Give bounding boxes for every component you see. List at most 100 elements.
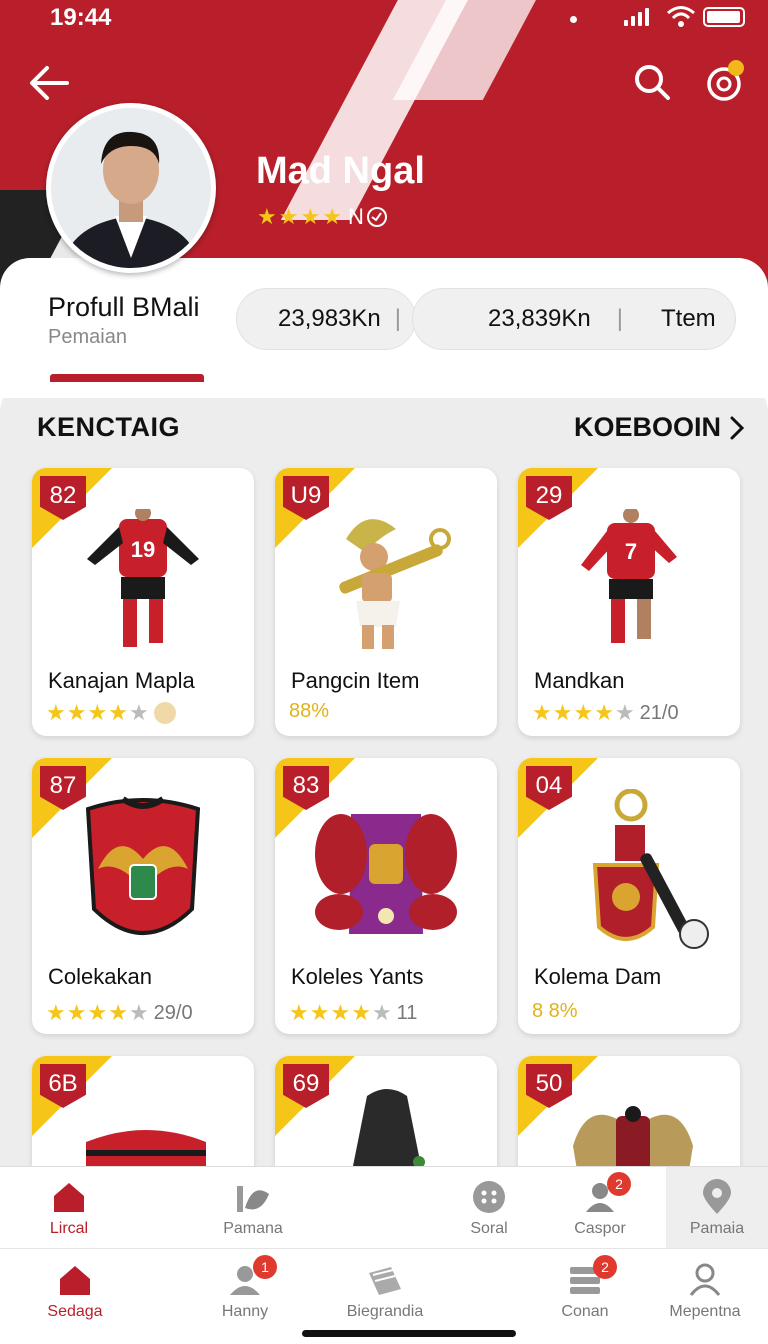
- collection-card[interactable]: 87 Colekakan ★ ★ ★ ★ ★ 29/0: [32, 758, 254, 1034]
- collection-card[interactable]: 83 Koleles Yants ★ ★ ★ ★ ★ 11: [275, 758, 497, 1034]
- status-time: 19:44: [50, 4, 112, 31]
- card-extra: 21/0: [639, 701, 679, 724]
- search-icon: [635, 65, 670, 100]
- card-percent: 8 8%: [532, 1000, 578, 1022]
- chevron-right-icon: [730, 416, 745, 439]
- card-rating: 8 8%: [532, 1000, 578, 1023]
- collection-card[interactable]: 29 7 Mandkan ★ ★ ★ ★ ★ 21/0: [518, 468, 740, 736]
- clock-icon: [366, 207, 387, 227]
- nav-item-pamana[interactable]: Pamana: [198, 1167, 308, 1248]
- player-image: 7: [518, 504, 740, 664]
- home-icon: [60, 1266, 90, 1295]
- card-title: Pangcin Item: [291, 668, 420, 693]
- stat-pill[interactable]: 23,983Kn |: [236, 288, 416, 350]
- collection-card[interactable]: U9 Pangcin Item 88%: [275, 468, 497, 736]
- profile-name: Mad Ngal: [256, 150, 425, 192]
- notification-dot: [728, 60, 744, 76]
- card-title: Mandkan: [534, 668, 625, 693]
- status-bar: 19:44: [0, 0, 768, 36]
- nav-label: Pamaia: [689, 1219, 745, 1237]
- card-title: Kanajan Mapla: [48, 668, 195, 693]
- jersey-purple-image: [275, 784, 497, 964]
- collection-section: KENCTAIG KOEBOOIN 82 19 Kanajan Mapla ★ ★…: [0, 382, 768, 1216]
- nav-label: Sedaga: [47, 1303, 103, 1320]
- location-pin-icon: [703, 1178, 731, 1214]
- card-extra: 29/0: [153, 1001, 193, 1024]
- nav-label: Biegrandia: [346, 1303, 424, 1320]
- stat-pill[interactable]: 23,839Kn | Ttem: [412, 288, 736, 350]
- nav-item-caspor[interactable]: 2 Caspor: [545, 1167, 655, 1248]
- card-rating: ★ ★ ★ ★ ★ 29/0: [46, 1000, 193, 1025]
- nav-label: Lircal: [49, 1219, 89, 1237]
- arrow-left-icon: [30, 66, 69, 100]
- nav-badge: 2: [593, 1255, 617, 1279]
- signal-icon: [624, 8, 649, 26]
- jersey-crest-image: [32, 784, 254, 964]
- profile-section-subtitle: Pemaian: [48, 326, 127, 348]
- chart-icon: [237, 1185, 269, 1212]
- nav-label: Mepentna: [669, 1303, 741, 1320]
- profile-info-card: Profull BMali Pemaian 23,983Kn | 23,839K…: [0, 258, 768, 398]
- nav-item-lircal[interactable]: Lircal: [14, 1167, 124, 1248]
- home-icon: [54, 1182, 84, 1212]
- pill-divider: |: [616, 305, 623, 332]
- see-all-label: KOEBOOIN: [574, 412, 722, 442]
- star-icon: ★: [300, 204, 321, 229]
- warrior-image: [275, 504, 497, 664]
- rating-suffix: N: [347, 204, 364, 229]
- settings-button[interactable]: [702, 60, 746, 104]
- card-title: Koleles Yants: [291, 964, 424, 989]
- kit-number: 19: [131, 537, 155, 562]
- nav-item-conan[interactable]: 2 Conan: [530, 1249, 640, 1333]
- kit-number: 7: [625, 539, 637, 564]
- card-rating: ★ ★ ★ ★ ★: [46, 700, 176, 726]
- avatar-portrait: [51, 108, 211, 268]
- book-icon: [369, 1267, 401, 1295]
- nav-item-sedaga[interactable]: Sedaga: [20, 1249, 130, 1333]
- pill-divider: |: [394, 305, 401, 332]
- profile-rating: ★ ★ ★ ★ N: [257, 204, 388, 230]
- collection-title: KENCTAIG: [37, 412, 180, 442]
- active-tab-indicator: [50, 374, 204, 382]
- dots-icon: [473, 1180, 505, 1213]
- avatar[interactable]: [46, 103, 216, 273]
- nav-label: Caspor: [574, 1219, 626, 1237]
- nav-label: Conan: [561, 1303, 609, 1320]
- card-rating: ★ ★ ★ ★ ★ 21/0: [532, 700, 679, 725]
- nav-badge: 1: [253, 1255, 277, 1279]
- stat-value: 23,983Kn: [278, 305, 381, 332]
- stat-value: 23,839Kn: [488, 305, 591, 332]
- card-title: Kolema Dam: [534, 964, 662, 989]
- card-percent: 88%: [289, 700, 330, 722]
- eagle-crest-image: [573, 1106, 693, 1176]
- star-icon: ★: [278, 204, 299, 229]
- back-button[interactable]: [26, 60, 72, 106]
- nav-label: Hanny: [221, 1303, 269, 1320]
- collection-card[interactable]: 04 Kolema Dam 8 8%: [518, 758, 740, 1034]
- status-dot: [570, 16, 577, 23]
- card-rating: ★ ★ ★ ★ ★ 11: [289, 1000, 418, 1025]
- battery-icon: [703, 7, 745, 27]
- home-indicator[interactable]: [302, 1330, 516, 1337]
- star-icon: ★: [322, 204, 342, 229]
- jacket-image: [351, 1089, 425, 1176]
- nav-item-biegrandia[interactable]: Biegrandia: [330, 1249, 440, 1333]
- nav-item-pamaia[interactable]: Pamaia: [666, 1167, 768, 1248]
- wifi-icon: [667, 6, 695, 27]
- nav-badge: 2: [607, 1171, 631, 1196]
- collection-card[interactable]: 82 19 Kanajan Mapla ★ ★ ★ ★ ★: [32, 468, 254, 736]
- card-rating: 88%: [289, 700, 329, 723]
- search-button[interactable]: [630, 60, 674, 104]
- nav-label: Pamana: [223, 1219, 283, 1237]
- see-all-link[interactable]: KOEBOOIN: [574, 412, 745, 443]
- profile-section-title: Profull BMali: [48, 292, 200, 322]
- nav-item-soral[interactable]: Soral: [434, 1167, 544, 1248]
- person-icon: [689, 1263, 721, 1296]
- card-title: Colekakan: [48, 964, 152, 989]
- secondary-nav-bar: Lircal Pamana Soral 2 Caspor Pamaia: [0, 1166, 768, 1248]
- nav-item-hanny[interactable]: 1 Hanny: [190, 1249, 300, 1333]
- card-extra: 11: [396, 1001, 418, 1024]
- stat-tab-label[interactable]: Ttem: [661, 305, 716, 333]
- nav-item-mepentna[interactable]: Mepentna: [650, 1249, 760, 1333]
- keychain-image: [518, 784, 740, 964]
